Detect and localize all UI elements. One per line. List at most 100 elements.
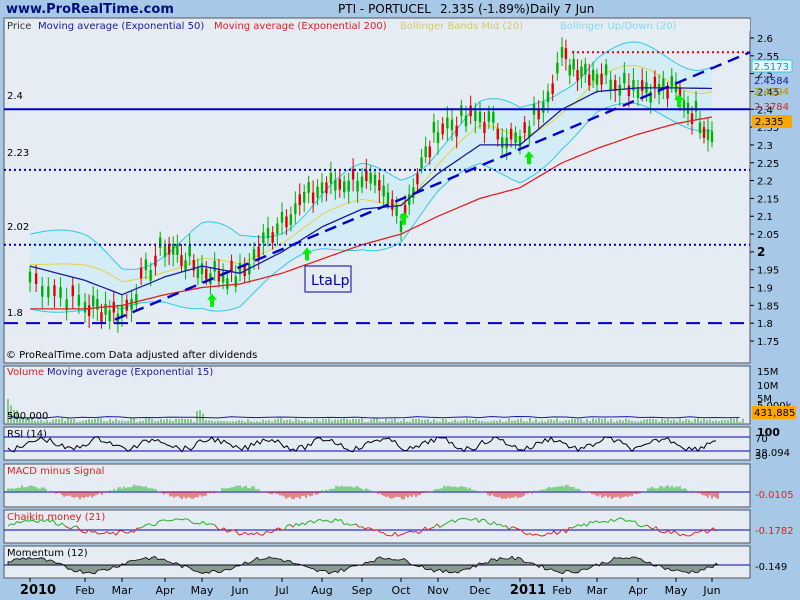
volume-legend: Volume xyxy=(7,367,44,378)
candle-body xyxy=(130,299,133,310)
candle-body xyxy=(416,173,419,185)
candle-body xyxy=(53,285,56,297)
candle-body xyxy=(180,255,183,266)
x-axis: 2010 Feb Mar Apr May Jun Jul Aug Sep Oct Nov Dec 201… xyxy=(20,578,721,598)
chaikin-segment xyxy=(640,525,645,528)
chaikin-value: -0.1782 xyxy=(755,526,794,537)
candle-body xyxy=(469,105,472,117)
volume-tick-15m: 15M xyxy=(757,367,778,378)
chaikin-label: Chaikin money (21) xyxy=(7,512,105,523)
legend-ma50: Moving average (Exponential 50) xyxy=(38,21,204,32)
candle-body xyxy=(706,129,710,140)
price-axis-label: 2.6 xyxy=(757,34,773,45)
candle-body xyxy=(386,192,390,204)
candle-body xyxy=(591,69,595,81)
chaikin-segment xyxy=(412,531,417,533)
candle-body xyxy=(627,85,631,97)
candle-body xyxy=(226,278,229,289)
price-axis-label: 2 xyxy=(757,245,765,259)
chaikin-segment xyxy=(469,519,474,521)
candle-body xyxy=(474,110,477,122)
x-axis-label: Dec xyxy=(469,584,490,597)
candle-body xyxy=(556,62,559,74)
chaikin-segment xyxy=(598,521,603,523)
x-axis-label: Apr xyxy=(155,584,175,597)
candle-body xyxy=(588,74,591,86)
candle-body xyxy=(487,111,491,122)
x-axis-label: 2010 xyxy=(20,583,56,598)
candle-body xyxy=(595,74,599,85)
candle-body xyxy=(144,259,148,271)
candle-body xyxy=(320,182,324,194)
candle-body xyxy=(149,270,152,281)
candle-body xyxy=(509,128,513,140)
candle-body xyxy=(196,267,200,278)
candle-body xyxy=(184,260,187,272)
candle-body xyxy=(59,287,62,298)
x-axis-label: Oct xyxy=(391,584,411,597)
chaikin-segment xyxy=(628,520,633,522)
candle-body xyxy=(234,276,237,287)
candle-body xyxy=(546,91,550,103)
chaikin-segment xyxy=(151,524,156,527)
x-axis-label: Nov xyxy=(427,584,449,597)
level-label-1-8: 1.8 xyxy=(7,308,23,319)
candle-body xyxy=(329,172,333,184)
value-label-ma50: 2.4584 xyxy=(754,76,789,87)
site-title[interactable]: www.ProRealTime.com xyxy=(6,2,174,17)
chaikin-segment xyxy=(82,531,87,534)
value-label-bollinger-up-text: 2.5173 xyxy=(754,62,789,73)
x-axis-label: Sep xyxy=(352,584,373,597)
candle-body xyxy=(432,121,436,133)
chaikin-segment xyxy=(205,523,210,525)
volume-value-text: 431,885 xyxy=(754,408,795,419)
price-axis-label: 2.15 xyxy=(757,194,779,205)
candle-body xyxy=(135,294,138,305)
candle-body xyxy=(108,310,111,322)
candle-body xyxy=(623,72,626,84)
candle-body xyxy=(369,172,372,184)
value-label-ma200: 2.3784 xyxy=(754,102,789,113)
x-axis-label: 2011 xyxy=(510,583,546,598)
candle-body xyxy=(609,79,612,91)
candle-body xyxy=(154,255,157,267)
candle-body xyxy=(455,125,458,137)
candle-body xyxy=(47,286,50,298)
candle-body xyxy=(391,199,394,210)
price-axis-label: 1.8 xyxy=(757,319,773,330)
x-axis-label: Apr xyxy=(628,584,648,597)
candle-body xyxy=(71,285,74,297)
value-label-bollinger-mid-text: 2.4294 xyxy=(754,87,789,98)
rsi-tick-70: 70 xyxy=(755,434,768,445)
level-label-2-23: 2.23 xyxy=(7,148,29,159)
candle-body xyxy=(77,294,81,306)
candle-body xyxy=(424,146,427,158)
candle-body xyxy=(686,102,690,114)
candle-body xyxy=(87,305,91,317)
value-label-ma200-text: 2.3784 xyxy=(754,102,789,113)
candle-body xyxy=(139,267,143,279)
chaikin-panel xyxy=(3,509,751,544)
candle-body xyxy=(580,66,583,78)
volume-left-label: 500,000 xyxy=(7,411,48,422)
candle-body xyxy=(365,170,368,182)
x-axis-label: May xyxy=(665,584,688,597)
chaikin-segment xyxy=(481,518,486,521)
chart-root: www.ProRealTime.com PTI - PORTUCEL 2.335… xyxy=(3,2,796,598)
candle-body xyxy=(420,157,423,169)
momentum-label: Momentum (12) xyxy=(7,548,88,559)
candle-body xyxy=(351,168,355,180)
period-label: Daily 7 Jun xyxy=(530,2,594,16)
candle-body xyxy=(205,268,208,280)
value-label-price-text: 2.335 xyxy=(755,117,784,128)
volume-ma-legend: Moving average (Exponential 15) xyxy=(47,367,213,378)
candle-body xyxy=(298,194,301,206)
candle-body xyxy=(501,137,504,148)
chaikin-segment xyxy=(352,523,357,526)
candle-body xyxy=(551,83,554,94)
candle-body xyxy=(163,246,167,257)
legend-price: Price xyxy=(7,21,31,32)
value-label-price: 2.335 xyxy=(752,115,792,128)
chaikin-segment xyxy=(118,529,123,532)
candle-body xyxy=(28,271,32,283)
